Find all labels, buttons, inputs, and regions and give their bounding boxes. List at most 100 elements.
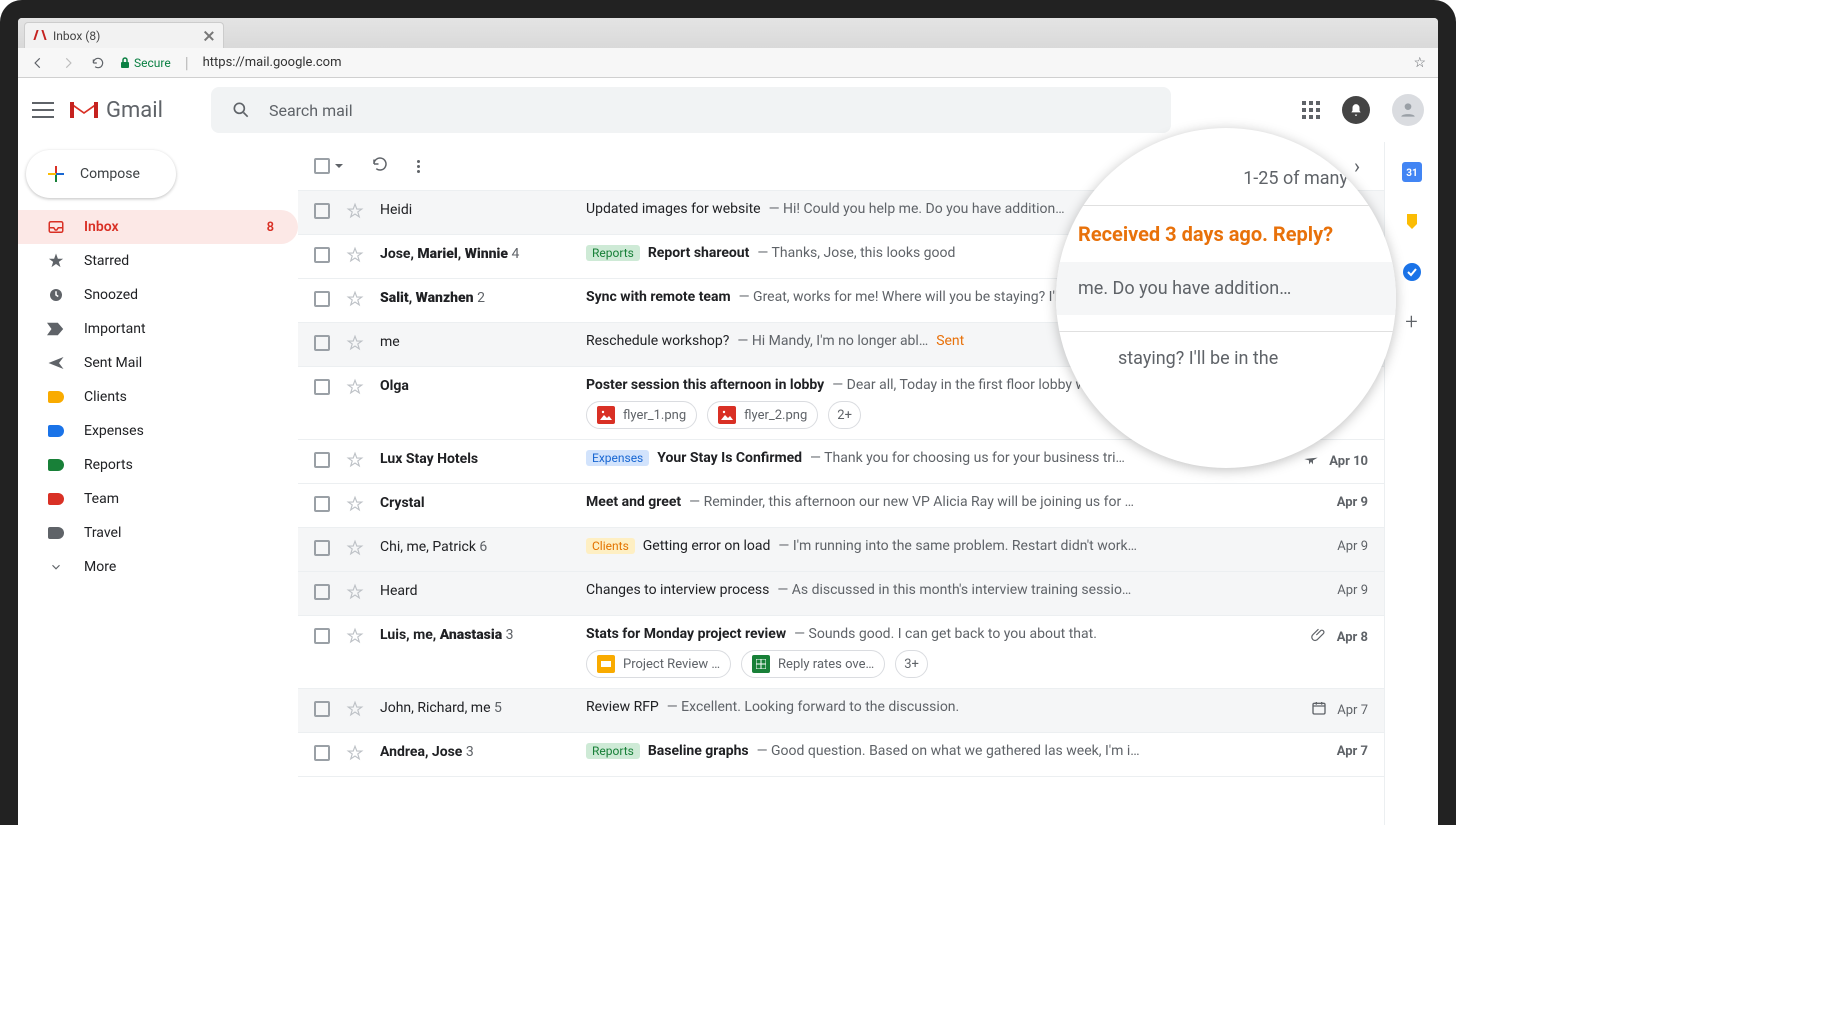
- select-all-checkbox[interactable]: [314, 158, 343, 174]
- calendar-icon[interactable]: 31: [1402, 162, 1422, 182]
- attachment-chips: Project Review … Reply rates ove… 3+: [586, 650, 1282, 678]
- nudge-magnifier-overlay: 1-25 of many Received 3 days ago. Reply?…: [1056, 128, 1396, 468]
- forward-icon[interactable]: [60, 55, 76, 71]
- label-icon: [46, 421, 66, 441]
- browser-tab[interactable]: Inbox (8): [24, 22, 224, 48]
- row-body: Review RFPExcellent. Looking forward to …: [586, 699, 1282, 715]
- row-checkbox[interactable]: [314, 335, 330, 351]
- row-date: Apr 9: [1337, 495, 1368, 510]
- row-snippet: Excellent. Looking forward to the discus…: [667, 699, 959, 715]
- row-star-icon[interactable]: [346, 290, 364, 312]
- row-meta: Apr 9: [1298, 494, 1368, 510]
- sidebar-item-important[interactable]: Important: [18, 312, 298, 346]
- row-date: Apr 10: [1329, 454, 1368, 469]
- sidebar-item-sent-mail[interactable]: Sent Mail: [18, 346, 298, 380]
- more-menu-icon[interactable]: [417, 160, 420, 173]
- next-page-icon[interactable]: ›: [1346, 154, 1368, 178]
- chip-more-count[interactable]: 3+: [895, 650, 928, 678]
- label-icon: [46, 387, 66, 407]
- row-star-icon[interactable]: [346, 700, 364, 722]
- row-checkbox[interactable]: [314, 291, 330, 307]
- sidebar-item-reports[interactable]: Reports: [18, 448, 298, 482]
- row-star-icon[interactable]: [346, 744, 364, 766]
- row-subject: Meet and greet: [586, 494, 681, 510]
- attachment-chip[interactable]: Reply rates ove…: [741, 650, 885, 678]
- row-snippet: Sounds good. I can get back to you about…: [794, 626, 1097, 642]
- row-snippet: Thank you for choosing us for your busin…: [810, 450, 1125, 466]
- attachment-chip[interactable]: flyer_1.png: [586, 401, 697, 429]
- row-snippet: Hi! Could you help me. Do you have addit…: [769, 201, 1065, 217]
- row-checkbox[interactable]: [314, 628, 330, 644]
- sidebar-item-label: Clients: [84, 389, 127, 405]
- row-snippet: As discussed in this month's interview t…: [777, 582, 1131, 598]
- sidebar-item-expenses[interactable]: Expenses: [18, 414, 298, 448]
- row-snippet: Thanks, Jose, this looks good: [757, 245, 955, 261]
- row-checkbox[interactable]: [314, 701, 330, 717]
- email-row[interactable]: CrystalMeet and greetReminder, this afte…: [298, 483, 1384, 527]
- reload-icon[interactable]: [90, 55, 106, 71]
- sidebar-item-travel[interactable]: Travel: [18, 516, 298, 550]
- menu-icon[interactable]: [32, 102, 54, 118]
- row-star-icon[interactable]: [346, 202, 364, 224]
- sidebar: Compose Inbox8StarredSnoozed Important Sen…: [18, 142, 298, 825]
- row-star-icon[interactable]: [346, 627, 364, 649]
- refresh-icon[interactable]: [371, 155, 389, 177]
- row-label-tag: Reports: [586, 245, 640, 261]
- sidebar-item-team[interactable]: Team: [18, 482, 298, 516]
- row-checkbox[interactable]: [314, 540, 330, 556]
- attachment-chip[interactable]: flyer_2.png: [707, 401, 818, 429]
- attachment-chip[interactable]: Project Review …: [586, 650, 731, 678]
- search-bar[interactable]: Search mail: [211, 87, 1171, 133]
- sidebar-item-more[interactable]: More: [18, 550, 298, 584]
- sidebar-item-inbox[interactable]: Inbox8: [18, 210, 298, 244]
- row-subject: Stats for Monday project review: [586, 626, 786, 642]
- sidebar-item-clients[interactable]: Clients: [18, 380, 298, 414]
- sidebar-item-label: Team: [84, 491, 119, 507]
- add-addon-icon[interactable]: +: [1402, 312, 1422, 332]
- email-row[interactable]: HeardChanges to interview processAs disc…: [298, 571, 1384, 615]
- row-meta: Apr 7: [1298, 699, 1368, 720]
- apps-grid-icon[interactable]: [1302, 101, 1320, 119]
- chip-more-count[interactable]: 2+: [828, 401, 861, 429]
- inbox-icon: [46, 217, 66, 237]
- search-icon: [231, 100, 251, 120]
- sidebar-item-snoozed[interactable]: Snoozed: [18, 278, 298, 312]
- row-star-icon[interactable]: [346, 451, 364, 473]
- close-tab-icon[interactable]: [203, 30, 215, 42]
- row-star-icon[interactable]: [346, 378, 364, 400]
- row-checkbox[interactable]: [314, 379, 330, 395]
- row-subject: Updated images for website: [586, 201, 761, 217]
- row-star-icon[interactable]: [346, 334, 364, 356]
- compose-button[interactable]: Compose: [26, 150, 176, 198]
- bookmark-star-icon[interactable]: ☆: [1413, 55, 1426, 71]
- row-checkbox[interactable]: [314, 745, 330, 761]
- sidebar-item-label: Important: [84, 321, 146, 337]
- notifications-icon[interactable]: [1342, 96, 1370, 124]
- email-row[interactable]: John, Richard, me 5Review RFPExcellent. …: [298, 688, 1384, 732]
- gmail-favicon-icon: [33, 29, 47, 43]
- row-star-icon[interactable]: [346, 495, 364, 517]
- tasks-icon[interactable]: [1402, 262, 1422, 282]
- tab-title: Inbox (8): [53, 29, 100, 43]
- email-row[interactable]: Andrea, Jose 3ReportsBaseline graphsGood…: [298, 732, 1384, 777]
- row-checkbox[interactable]: [314, 496, 330, 512]
- row-checkbox[interactable]: [314, 247, 330, 263]
- url-text[interactable]: https://mail.google.com: [203, 55, 342, 70]
- row-star-icon[interactable]: [346, 583, 364, 605]
- row-star-icon[interactable]: [346, 246, 364, 268]
- account-avatar[interactable]: [1392, 94, 1424, 126]
- email-row[interactable]: Luis, me, Anastasia 3Stats for Monday pr…: [298, 615, 1384, 688]
- back-icon[interactable]: [30, 55, 46, 71]
- gmail-logo[interactable]: Gmail: [68, 98, 163, 123]
- email-row[interactable]: Chi, me, Patrick 6ClientsGetting error o…: [298, 527, 1384, 571]
- send-icon: [46, 353, 66, 373]
- mag-nudge-text: Received 3 days ago. Reply?: [1078, 222, 1374, 246]
- row-checkbox[interactable]: [314, 584, 330, 600]
- row-star-icon[interactable]: [346, 539, 364, 561]
- row-checkbox[interactable]: [314, 452, 330, 468]
- row-checkbox[interactable]: [314, 203, 330, 219]
- sidebar-item-label: Inbox: [84, 219, 119, 235]
- sidebar-item-starred[interactable]: Starred: [18, 244, 298, 278]
- row-date: Apr 8: [1337, 630, 1368, 645]
- keep-icon[interactable]: [1402, 212, 1422, 232]
